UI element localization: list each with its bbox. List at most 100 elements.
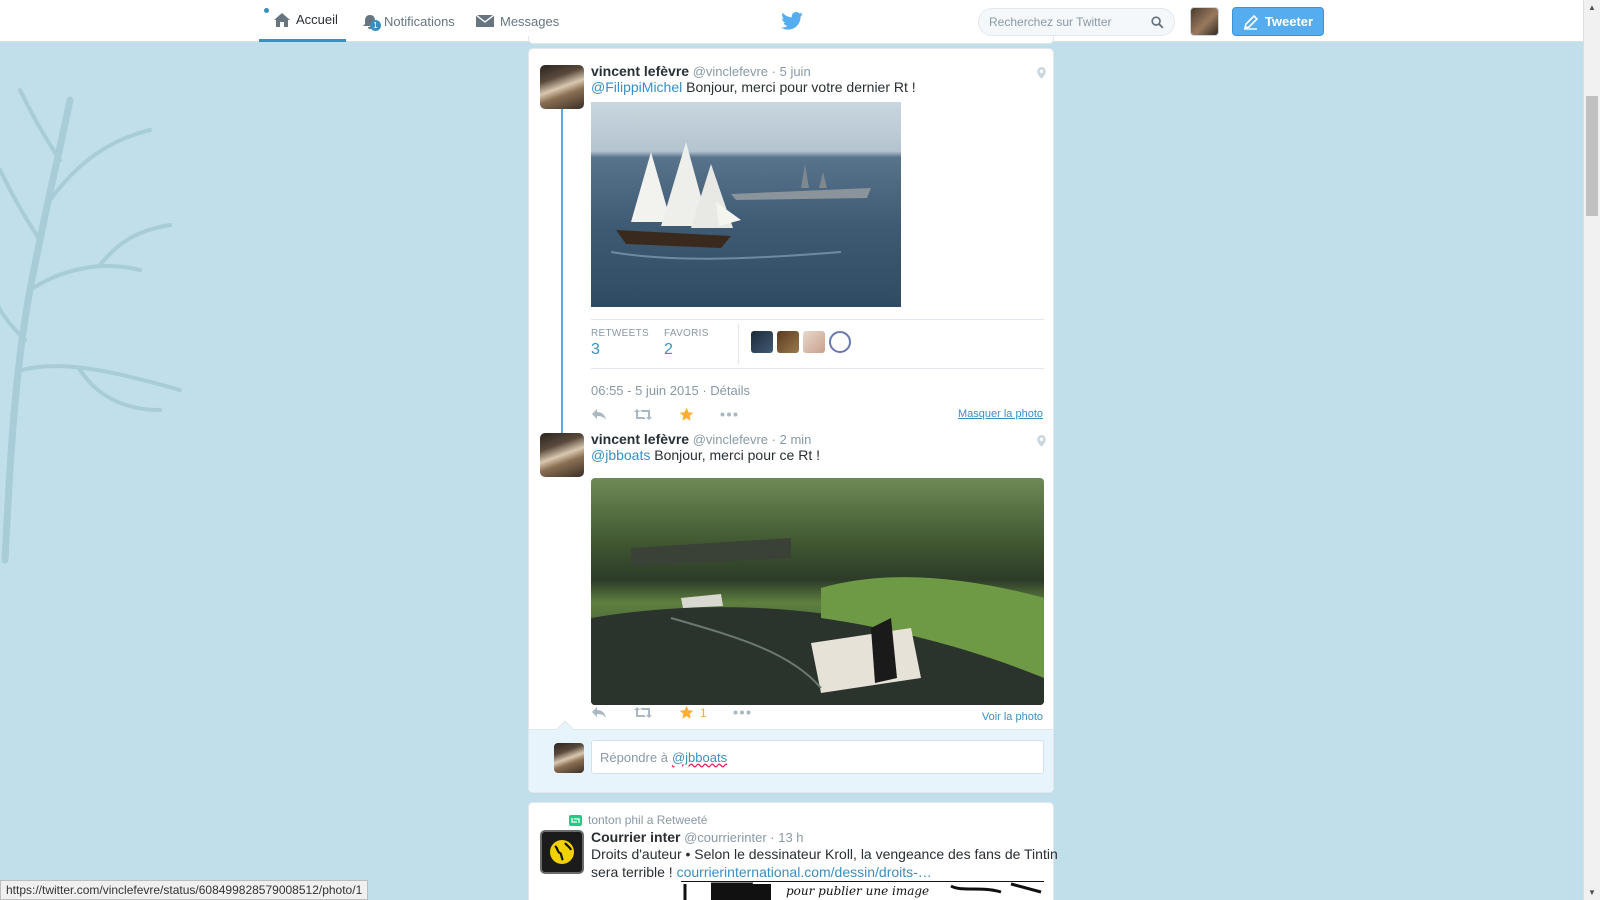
author-name[interactable]: vincent lefèvre <box>591 431 689 447</box>
retweet-icon <box>634 409 652 420</box>
view-photo-link[interactable]: Voir la photo <box>982 711 1043 723</box>
tweet-text-line: sera terrible ! <box>591 864 673 880</box>
home-icon <box>274 12 290 27</box>
retweeted-tweet-card[interactable]: tonton phil a Retweeté Courrier inter @c… <box>528 802 1058 900</box>
author-handle[interactable]: @courrierinter <box>684 830 767 845</box>
reply-action[interactable] <box>591 706 607 719</box>
tweet-time[interactable]: · 5 juin <box>772 64 811 79</box>
favorite-action[interactable] <box>679 407 694 422</box>
location-pin-icon <box>1037 67 1046 79</box>
search-input[interactable] <box>989 15 1151 29</box>
reply-composer: Répondre à @jbboats <box>529 720 1053 792</box>
stats-divider <box>738 324 739 364</box>
reply-action[interactable] <box>591 408 607 421</box>
retweet-action[interactable] <box>633 408 653 421</box>
favorites-count[interactable]: 2 <box>664 341 709 359</box>
avatar[interactable] <box>540 65 584 109</box>
article-link[interactable]: courrierinternational.com/dessin/droits-… <box>677 864 932 880</box>
tweet-timestamp: 06:55 - 5 juin 2015 <box>591 383 699 398</box>
favoriter-avatar[interactable] <box>829 331 851 353</box>
twitter-bird-icon[interactable] <box>781 12 803 30</box>
canal-illustration <box>591 538 1044 705</box>
nav-messages-label: Messages <box>500 13 560 29</box>
retweets-stat[interactable]: RETWEETS 3 <box>591 328 649 359</box>
ships-illustration <box>610 142 871 260</box>
location-pin-icon <box>1037 435 1046 447</box>
conversation-card[interactable]: vincent lefèvre @vinclefevre · 5 juin @F… <box>528 48 1054 793</box>
author-handle[interactable]: @vinclefevre <box>693 432 768 447</box>
browser-status-url: https://twitter.com/vinclefevre/status/6… <box>0 880 369 900</box>
avatar <box>554 743 584 773</box>
tweet-photo-ships[interactable] <box>591 102 901 307</box>
favorites-label: FAVORIS <box>664 328 709 339</box>
tweet-time[interactable]: · 13 h <box>770 830 803 845</box>
retweet-action[interactable] <box>633 706 653 719</box>
tweet-actions: 1 <box>591 705 777 720</box>
page-scrollbar[interactable]: ▲ ▼ <box>1583 0 1600 900</box>
reply-icon <box>592 707 606 718</box>
mention-link[interactable]: @jbboats <box>591 447 650 463</box>
avatar[interactable] <box>540 830 584 874</box>
more-action[interactable] <box>720 412 738 417</box>
tweet-text: @jbboats Bonjour, merci pour ce Rt ! <box>591 447 820 463</box>
tweet-text: Droits d'auteur • Selon le dessinateur K… <box>591 846 1058 880</box>
tweet-cartoon-image[interactable]: pour publier une image <box>681 881 1044 900</box>
favorites-stat[interactable]: FAVORIS 2 <box>664 328 709 359</box>
compose-tweet-label: Tweeter <box>1264 14 1314 29</box>
more-icon <box>733 710 751 715</box>
background-tree-graphic <box>0 88 182 564</box>
hide-photo-link[interactable]: Masquer la photo <box>958 408 1043 420</box>
tweet-text-body: Bonjour, merci pour votre dernier Rt ! <box>682 79 916 95</box>
compose-icon <box>1243 14 1259 30</box>
reply-input[interactable]: Répondre à @jbboats <box>591 740 1044 774</box>
tweet-text-line: Droits d'auteur • Selon le dessinateur K… <box>591 846 1058 862</box>
favoriter-avatar[interactable] <box>803 331 825 353</box>
star-icon <box>679 407 694 421</box>
retweet-icon <box>569 814 582 826</box>
retweet-icon <box>634 707 652 718</box>
tweet-photo-boats[interactable] <box>591 478 1044 705</box>
account-avatar[interactable] <box>1190 7 1219 36</box>
scrollbar-thumb[interactable] <box>1586 96 1598 216</box>
notification-count-badge: 1 <box>370 20 381 31</box>
thread-connector-line <box>561 109 563 434</box>
search-icon[interactable] <box>1151 15 1164 29</box>
avatar[interactable] <box>540 433 584 477</box>
reply-caret <box>556 720 574 738</box>
tweet-header: vincent lefèvre @vinclefevre · 5 juin <box>591 63 811 79</box>
scroll-down-arrow-icon[interactable]: ▼ <box>1588 888 1596 897</box>
favoriter-avatar[interactable] <box>777 331 799 353</box>
nav-notifications[interactable]: 1 Notifications <box>361 0 455 42</box>
retweets-count[interactable]: 3 <box>591 341 649 359</box>
retweeted-by-text[interactable]: tonton phil a Retweeté <box>588 813 707 827</box>
more-action[interactable] <box>733 710 751 715</box>
reply-icon <box>592 409 606 420</box>
author-handle[interactable]: @vinclefevre <box>693 64 768 79</box>
reply-prefix: Répondre à <box>600 749 668 765</box>
reply-mention: @jbboats <box>671 749 728 765</box>
star-icon <box>679 705 694 719</box>
details-link[interactable]: Détails <box>710 383 750 398</box>
tweet-date-line: 06:55 - 5 juin 2015 · Détails <box>591 383 751 398</box>
scroll-up-arrow-icon[interactable]: ▲ <box>1588 3 1596 12</box>
mention-link[interactable]: @FilippiMichel <box>591 79 682 95</box>
previous-tweet-edge <box>528 36 1054 44</box>
compose-tweet-button[interactable]: Tweeter <box>1232 7 1324 36</box>
nav-home[interactable]: Accueil <box>259 0 346 42</box>
search-box[interactable] <box>978 8 1175 36</box>
favorite-count: 1 <box>700 705 707 720</box>
favoriter-avatar[interactable] <box>751 331 773 353</box>
tweet-stats: RETWEETS 3 FAVORIS 2 <box>591 319 1044 369</box>
cartoon-caption: pour publier une image <box>786 884 930 898</box>
tweet-time[interactable]: · 2 min <box>772 432 812 447</box>
tweet-text: @FilippiMichel Bonjour, merci pour votre… <box>591 79 916 95</box>
more-icon <box>720 412 738 417</box>
tweet-header: vincent lefèvre @vinclefevre · 2 min <box>591 431 811 447</box>
retweets-label: RETWEETS <box>591 328 649 339</box>
favorite-action[interactable]: 1 <box>679 705 707 720</box>
author-name[interactable]: vincent lefèvre <box>591 63 689 79</box>
nav-notifications-label: Notifications <box>384 13 455 29</box>
author-name[interactable]: Courrier inter <box>591 829 680 845</box>
retweeted-by-line: tonton phil a Retweeté <box>569 813 707 827</box>
envelope-icon <box>475 14 495 27</box>
